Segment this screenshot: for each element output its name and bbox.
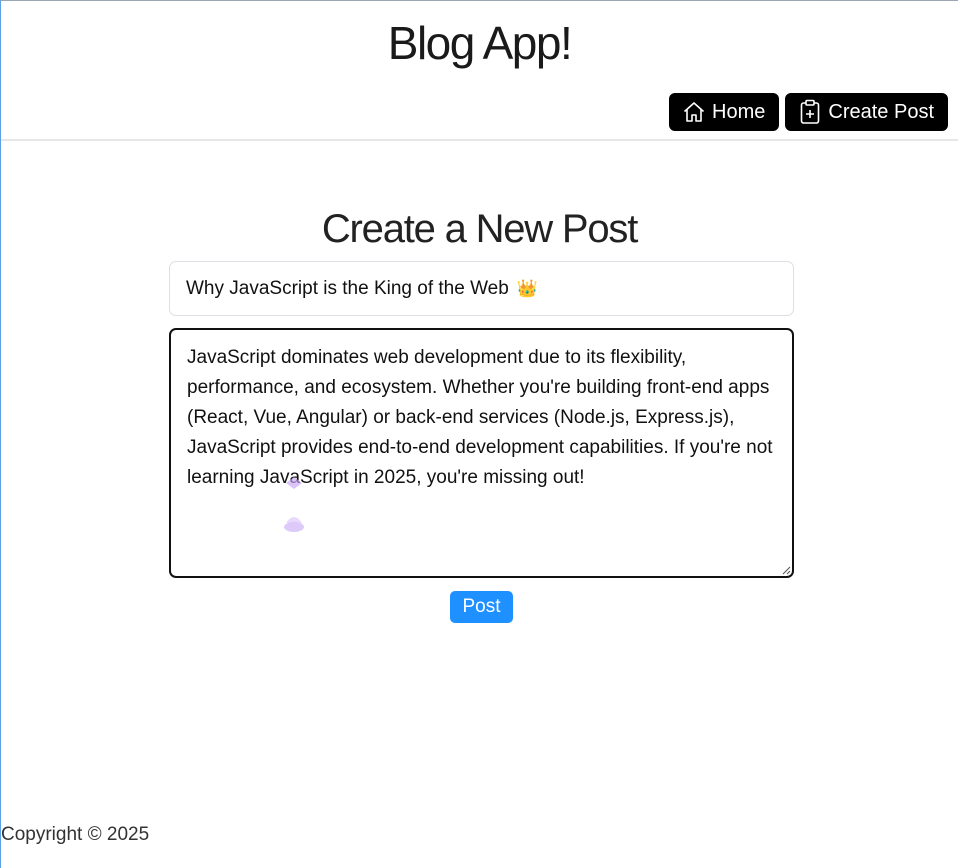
- app-title: Blog App!: [387, 17, 573, 69]
- page: Blog App! Home Create Post Create a New …: [0, 0, 958, 868]
- post-body-value: JavaScript dominates web development due…: [187, 347, 773, 488]
- post-title-value: Why JavaScript is the King of the Web: [186, 277, 509, 299]
- post-body-textarea[interactable]: JavaScript dominates web development due…: [169, 328, 794, 578]
- post-title-input[interactable]: Why JavaScript is the King of the Web 👑: [169, 261, 794, 316]
- cursor-highlight-icon: [284, 477, 304, 532]
- footer-copyright: Copyright © 2025: [1, 824, 150, 845]
- post-submit-button[interactable]: Post: [450, 591, 513, 623]
- resize-handle-icon[interactable]: [781, 565, 791, 575]
- house-icon: [682, 100, 706, 124]
- create-post-label: Create Post: [828, 100, 934, 123]
- home-button[interactable]: Home: [669, 93, 780, 131]
- crown-emoji: 👑: [516, 278, 538, 298]
- top-nav: Home Create Post: [669, 93, 948, 131]
- create-post-button[interactable]: Create Post: [785, 93, 948, 131]
- app-header: Blog App! Home Create Post: [1, 1, 958, 141]
- form-heading: Create a New Post: [321, 207, 639, 251]
- clipboard-plus-icon: [798, 99, 822, 125]
- home-label: Home: [712, 100, 766, 123]
